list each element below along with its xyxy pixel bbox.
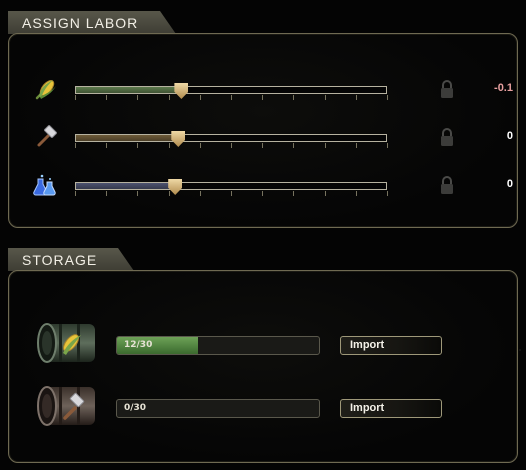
slider-tick bbox=[199, 143, 201, 148]
labor-row-science: 0 bbox=[33, 172, 513, 200]
slider-tick bbox=[137, 191, 139, 196]
assign-labor-tab: Assign Labor bbox=[8, 11, 176, 34]
corn-barrel-icon bbox=[37, 323, 95, 363]
storage-title: Storage bbox=[22, 252, 98, 268]
slider-tick bbox=[324, 143, 326, 148]
slider-tick bbox=[293, 95, 295, 100]
slider-tick bbox=[324, 95, 326, 100]
slider-tick bbox=[293, 191, 295, 196]
science-labor-slider[interactable] bbox=[75, 179, 387, 195]
labor-row-food: -0.1 bbox=[33, 76, 513, 104]
hammer-barrel-icon bbox=[37, 386, 95, 426]
production-labor-slider[interactable] bbox=[75, 131, 387, 147]
production-slider-fill bbox=[76, 135, 179, 141]
food-labor-value: -0.1 bbox=[494, 82, 513, 94]
slider-tick bbox=[231, 143, 232, 148]
slider-tick bbox=[231, 191, 232, 196]
storage-tab: Storage bbox=[8, 248, 134, 271]
slider-tick bbox=[355, 191, 357, 196]
slider-tick bbox=[262, 95, 264, 100]
assign-labor-title: Assign Labor bbox=[22, 15, 139, 31]
food-storage-bar: 12/30 bbox=[116, 336, 320, 355]
slider-tick bbox=[324, 191, 326, 196]
food-slider-ticks bbox=[75, 95, 388, 100]
import-production-button[interactable]: Import bbox=[340, 399, 442, 418]
slider-tick bbox=[231, 95, 232, 100]
storage-panel: 12/30 Import 0/30 Import bbox=[8, 270, 518, 463]
labor-row-production: 0 bbox=[33, 124, 513, 152]
production-storage-bar: 0/30 bbox=[116, 399, 320, 418]
science-slider-ticks bbox=[75, 191, 388, 196]
slider-tick bbox=[75, 191, 76, 196]
storage-row-food: 12/30 Import bbox=[35, 321, 455, 367]
slider-tick bbox=[137, 143, 139, 148]
slider-tick bbox=[137, 95, 139, 100]
slider-tick bbox=[199, 191, 201, 196]
slider-tick bbox=[262, 143, 264, 148]
slider-tick bbox=[293, 143, 295, 148]
slider-tick bbox=[168, 143, 170, 148]
slider-tick bbox=[387, 191, 388, 196]
slider-tick bbox=[106, 143, 108, 148]
slider-tick bbox=[75, 143, 76, 148]
slider-tick bbox=[199, 95, 201, 100]
slider-tick bbox=[387, 95, 388, 100]
import-food-button[interactable]: Import bbox=[340, 336, 442, 355]
hammer-icon bbox=[37, 125, 57, 147]
assign-labor-panel: -0.1 0 0 bbox=[8, 33, 518, 228]
slider-tick bbox=[355, 143, 357, 148]
food-slider-fill bbox=[76, 87, 182, 93]
corn-icon bbox=[35, 80, 56, 100]
slider-tick bbox=[168, 95, 170, 100]
flask-icon bbox=[33, 174, 56, 196]
science-labor-value: 0 bbox=[506, 178, 513, 190]
food-labor-slider[interactable] bbox=[75, 83, 387, 99]
slider-tick bbox=[262, 191, 264, 196]
production-labor-value: 0 bbox=[506, 130, 513, 142]
slider-tick bbox=[168, 191, 170, 196]
slider-tick bbox=[106, 191, 108, 196]
science-slider-fill bbox=[76, 183, 176, 189]
production-storage-amount: 0/30 bbox=[124, 403, 147, 413]
slider-tick bbox=[387, 143, 388, 148]
slider-tick bbox=[355, 95, 357, 100]
production-slider-ticks bbox=[75, 143, 388, 148]
slider-tick bbox=[75, 95, 76, 100]
food-storage-amount: 12/30 bbox=[124, 340, 153, 350]
storage-row-production: 0/30 Import bbox=[35, 384, 455, 430]
slider-tick bbox=[106, 95, 108, 100]
